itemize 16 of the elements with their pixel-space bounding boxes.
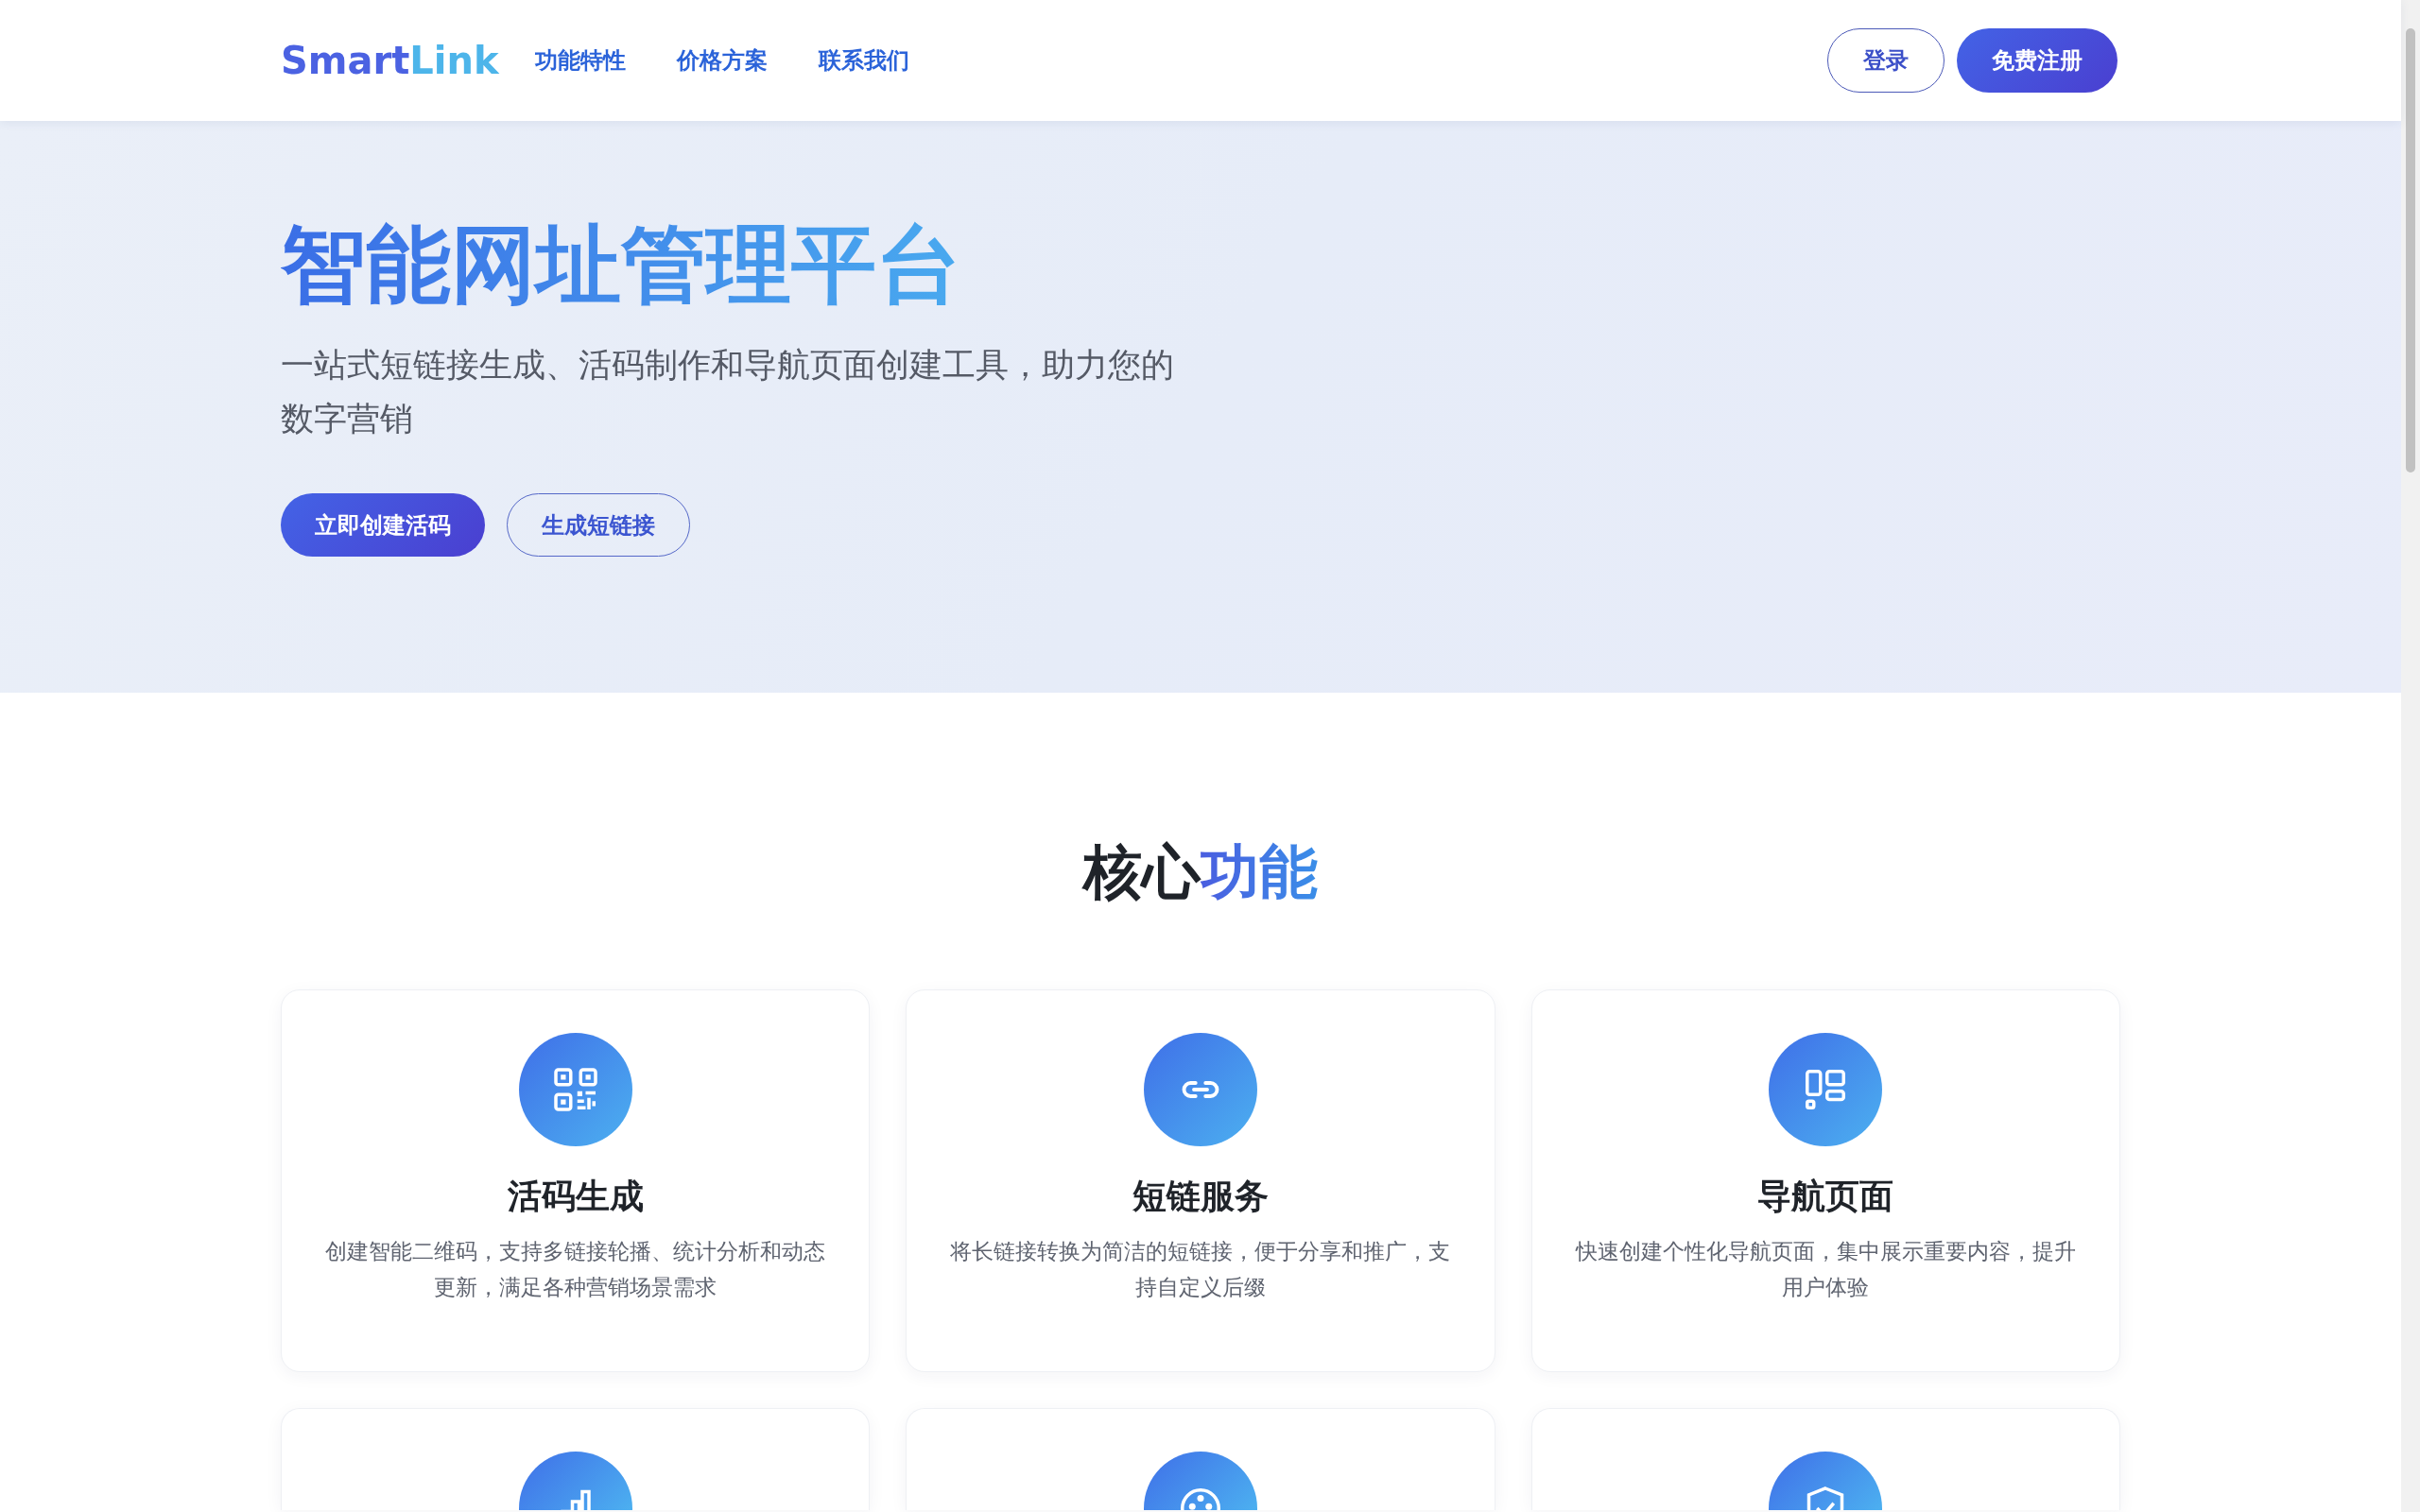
create-code-button[interactable]: 立即创建活码 [281, 493, 485, 557]
login-button[interactable]: 登录 [1827, 28, 1945, 93]
signup-button[interactable]: 免费注册 [1957, 28, 2118, 93]
feature-description: 将长链接转换为简洁的短链接，便于分享和推广，支持自定义后缀 [949, 1238, 1452, 1301]
feature-description: 创建智能二维码，支持多链接轮播、统计分析和动态更新，满足各种营销场景需求 [324, 1238, 827, 1301]
scrollbar[interactable] [2401, 0, 2420, 1512]
feature-title: 活码生成 [506, 1176, 645, 1217]
feature-title: 短链服务 [1132, 1176, 1270, 1217]
nav-link[interactable]: 价格方案 [676, 45, 768, 76]
logo[interactable]: SmartLink [281, 39, 499, 82]
hero-subtitle: 一站式短链接生成、活码制作和导航页面创建工具，助力您的数字营销 [281, 345, 1174, 439]
nav-link[interactable]: 功能特性 [534, 45, 626, 76]
feature-description: 快速创建个性化导航页面，集中展示重要内容，提升用户体验 [1574, 1238, 2077, 1301]
section-title: 核心功能 [1080, 836, 1319, 908]
feature-title: 导航页面 [1756, 1176, 1895, 1217]
nav-link[interactable]: 联系我们 [818, 45, 909, 76]
